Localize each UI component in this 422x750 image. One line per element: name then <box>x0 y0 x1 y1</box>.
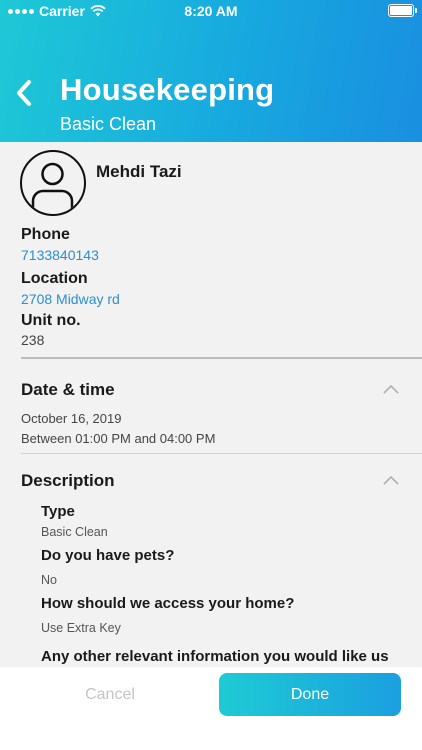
datetime-section-title: Date & time <box>21 380 115 399</box>
footer-actions: Cancel Done <box>0 667 422 750</box>
access-question: How should we access your home? <box>41 595 295 612</box>
phone-label: Phone <box>21 226 70 243</box>
page-subtitle: Basic Clean <box>60 114 157 134</box>
location-link[interactable]: 2708 Midway rd <box>21 291 120 307</box>
phone-link[interactable]: 7133840143 <box>21 247 99 263</box>
divider <box>21 357 422 359</box>
booking-time-window: Between 01:00 PM and 04:00 PM <box>21 431 216 446</box>
type-label: Type <box>41 503 75 520</box>
chevron-left-icon <box>17 80 31 106</box>
customer-name: Mehdi Tazi <box>96 162 182 181</box>
booking-details[interactable]: Mehdi Tazi Phone 7133840143 Location 270… <box>0 142 422 667</box>
cancel-button[interactable]: Cancel <box>0 667 220 723</box>
divider <box>21 453 422 454</box>
chevron-up-icon[interactable] <box>382 383 400 395</box>
done-button[interactable]: Done <box>219 673 401 716</box>
status-time: 8:20 AM <box>184 3 238 19</box>
other-info-question: Any other relevant information you would… <box>41 648 389 665</box>
location-label: Location <box>21 270 88 287</box>
chevron-up-icon[interactable] <box>382 474 400 486</box>
status-bar: Carrier 8:20 AM <box>0 0 422 22</box>
description-section-title: Description <box>21 471 115 490</box>
unit-value: 238 <box>21 332 45 348</box>
type-value: Basic Clean <box>41 525 108 539</box>
back-button[interactable] <box>10 76 38 110</box>
booking-date: October 16, 2019 <box>21 411 122 426</box>
unit-label: Unit no. <box>21 312 81 329</box>
user-icon <box>31 162 74 210</box>
avatar <box>20 150 86 216</box>
access-answer: Use Extra Key <box>41 621 121 635</box>
page-title: Housekeeping <box>60 72 275 107</box>
pets-answer: No <box>41 573 57 587</box>
header: Carrier 8:20 AM Housekeeping Basic Clean <box>0 0 422 142</box>
pets-question: Do you have pets? <box>41 547 175 564</box>
battery-icon <box>388 4 417 17</box>
